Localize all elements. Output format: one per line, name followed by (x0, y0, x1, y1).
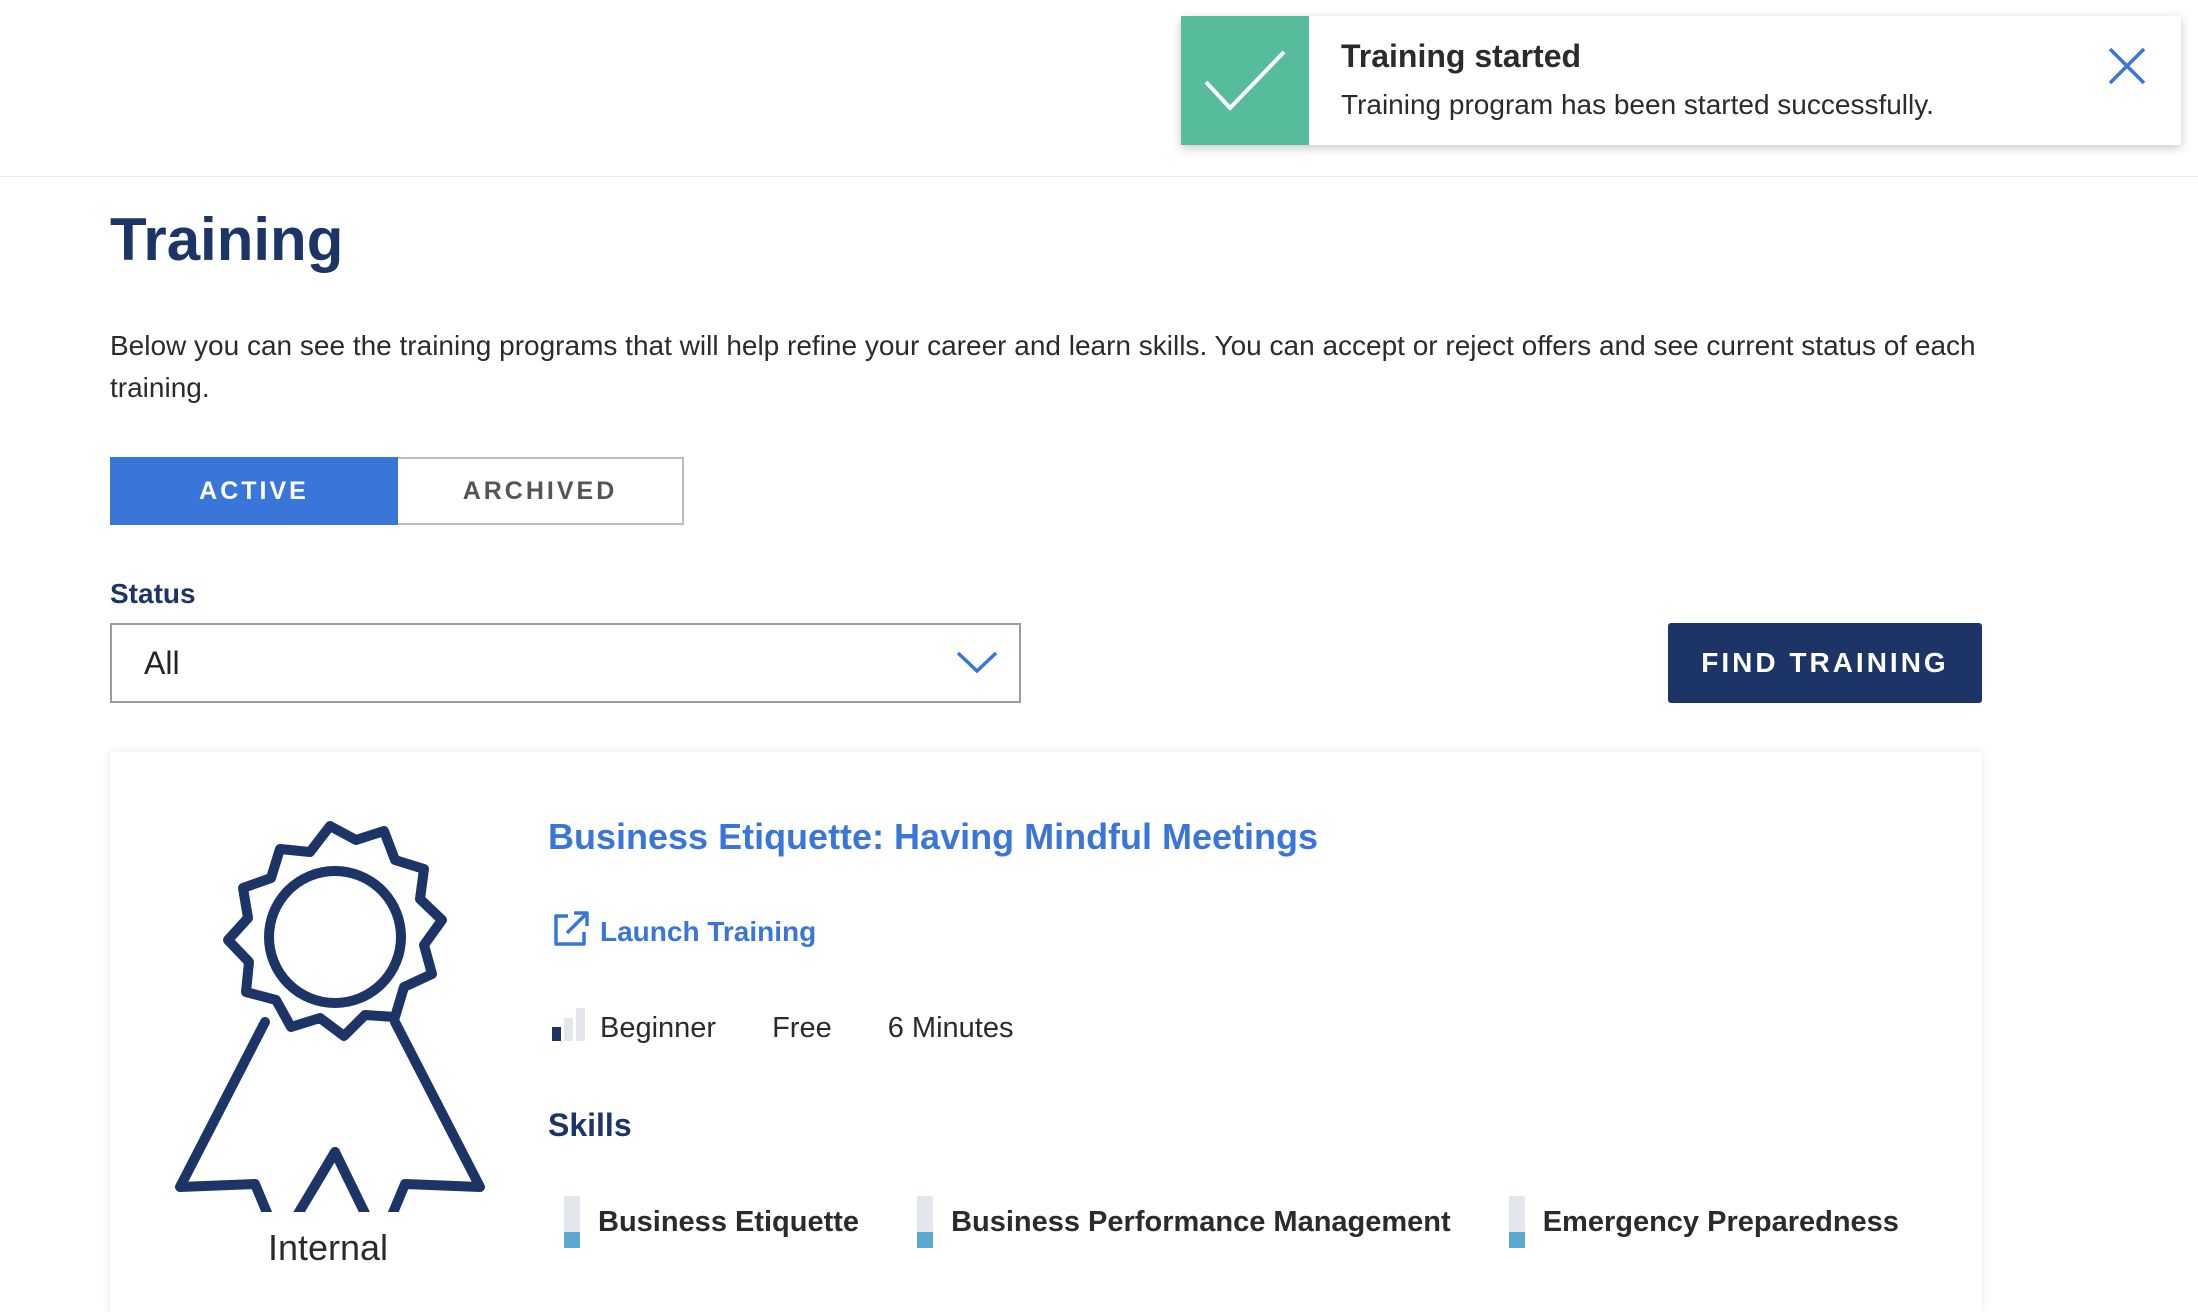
provider-label: Internal (267, 1227, 389, 1268)
page-intro: Below you can see the training programs … (110, 330, 1976, 403)
status-tabs: ACTIVE ARCHIVED (110, 457, 684, 525)
status-value: All (144, 644, 180, 681)
training-card: Internal Business Etiquette: Having Mind… (110, 752, 1982, 1312)
launch-training-link[interactable]: Launch Training (552, 910, 816, 953)
toast-message: Training program has been started succes… (1341, 89, 1934, 120)
skill-level-icon (564, 1196, 580, 1248)
chevron-down-icon (955, 647, 999, 682)
success-toast: Training started Training program has be… (1181, 16, 2181, 145)
skill-item: Business Performance Management (917, 1196, 1451, 1248)
course-title-link[interactable]: Business Etiquette: Having Mindful Meeti… (548, 816, 1318, 858)
skill-label: Business Performance Management (951, 1205, 1451, 1238)
checkmark-icon (1181, 16, 1309, 145)
skill-label: Emergency Preparedness (1542, 1205, 1899, 1238)
skills-heading: Skills (548, 1107, 632, 1143)
skill-item: Business Etiquette (564, 1196, 859, 1248)
level-label: Beginner (600, 1011, 717, 1044)
award-ribbon-icon (170, 812, 490, 1249)
toast-title: Training started (1341, 38, 1582, 74)
tab-archived[interactable]: ARCHIVED (398, 457, 684, 525)
skill-label: Business Etiquette (598, 1205, 860, 1238)
page-title: Training (110, 206, 344, 273)
price-label: Free (772, 1011, 832, 1044)
skill-item: Emergency Preparedness (1508, 1196, 1899, 1248)
external-link-icon (552, 910, 590, 953)
tab-active[interactable]: ACTIVE (110, 457, 398, 525)
course-meta: Beginner Free 6 Minutes (550, 1007, 1069, 1049)
level-bars-icon (550, 1007, 588, 1049)
status-select[interactable]: All (110, 623, 1021, 703)
skills-list: Business Etiquette Business Performance … (564, 1196, 1957, 1248)
status-label: Status (110, 578, 196, 609)
duration-label: 6 Minutes (887, 1011, 1014, 1044)
find-training-button[interactable]: FIND TRAINING (1668, 623, 1982, 703)
skill-level-icon (917, 1196, 934, 1248)
skill-level-icon (1508, 1196, 1525, 1248)
launch-training-label: Launch Training (600, 915, 817, 947)
close-icon[interactable] (2097, 36, 2157, 96)
